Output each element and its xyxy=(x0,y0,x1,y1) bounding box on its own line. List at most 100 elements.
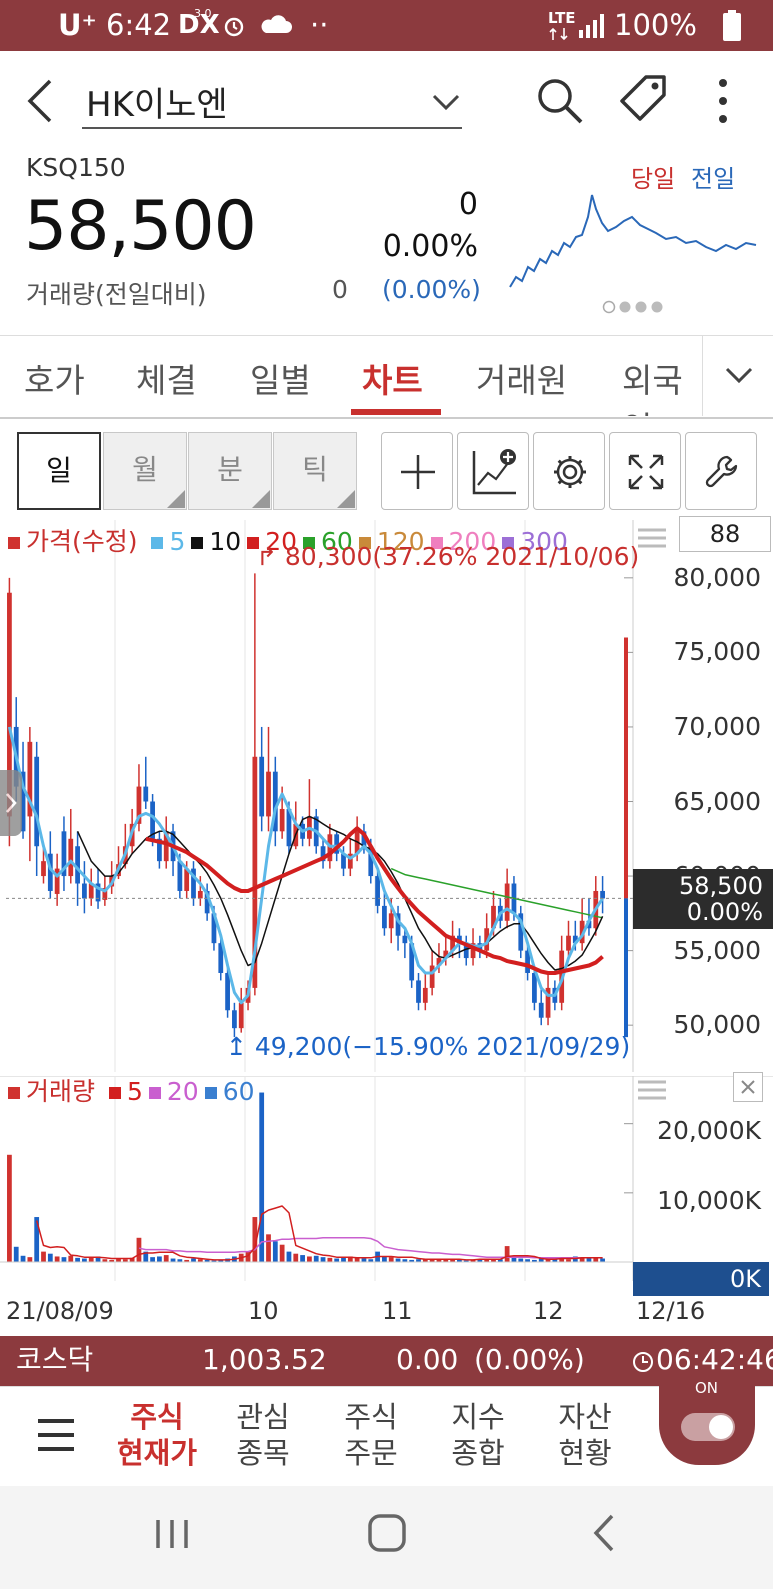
current-price-tag: 58,500 0.00% xyxy=(633,869,773,929)
volume-value: 0 xyxy=(332,275,348,304)
tabs-expand-button[interactable] xyxy=(702,336,773,416)
ma-legend-item: 5 xyxy=(126,1077,143,1106)
nav-order[interactable]: 주식 주문 xyxy=(326,1399,416,1471)
recent-apps-icon[interactable] xyxy=(152,1514,192,1554)
volume-bar xyxy=(307,1256,312,1262)
volume-bar xyxy=(136,1237,142,1262)
candle-body xyxy=(197,890,203,899)
volume-bar xyxy=(518,1258,524,1262)
index-rate: (0.00%) xyxy=(474,1343,585,1376)
price-chart[interactable] xyxy=(0,520,773,1072)
gear-icon xyxy=(554,456,586,488)
x-axis-label: 11 xyxy=(382,1297,413,1325)
current-price-tag-rate: 0.00% xyxy=(686,898,763,926)
add-indicator-icon xyxy=(472,449,516,495)
chart-toolbar: 일 월 분 틱 xyxy=(0,420,773,518)
candle-body xyxy=(600,890,605,899)
visible-count-box[interactable]: 88 xyxy=(679,516,771,552)
price-y-label: 75,000 xyxy=(673,637,761,667)
chart-settings-button[interactable] xyxy=(533,432,605,510)
volume-bar xyxy=(27,1257,33,1262)
add-indicator-button[interactable] xyxy=(457,432,529,510)
volume-bar xyxy=(388,1257,394,1262)
nav-index[interactable]: 지수 종합 xyxy=(433,1399,523,1471)
crosshair-button[interactable] xyxy=(381,432,453,510)
search-icon[interactable] xyxy=(536,77,584,125)
volume-bar xyxy=(279,1244,285,1262)
price-y-label: 55,000 xyxy=(673,935,761,965)
fullscreen-button[interactable] xyxy=(609,432,681,510)
tools-button[interactable] xyxy=(685,432,757,510)
tab-chart[interactable]: 차트 xyxy=(362,354,423,402)
candle-body xyxy=(504,883,510,921)
volume-bar xyxy=(286,1251,292,1262)
market-index-bar[interactable]: 코스닥 1,003.52 0.00 (0.00%) 06:42:46 xyxy=(0,1336,773,1386)
panel-menu-icon[interactable] xyxy=(638,1078,666,1102)
menu-icon[interactable] xyxy=(36,1417,76,1453)
period-day-button[interactable]: 일 xyxy=(17,432,101,510)
candle-body xyxy=(375,876,380,906)
change-rate: 0.00% xyxy=(382,229,478,264)
on-toggle[interactable] xyxy=(681,1413,735,1441)
volume-bar xyxy=(320,1257,326,1262)
ma-legend-item: 60 xyxy=(222,1077,255,1106)
home-icon[interactable] xyxy=(366,1512,408,1554)
candle-body xyxy=(279,808,285,832)
corner-triangle-icon xyxy=(252,490,270,508)
candle-body xyxy=(68,838,74,877)
index-time: 06:42:46 xyxy=(656,1343,773,1376)
period-month-button[interactable]: 월 xyxy=(103,432,187,510)
candle-body xyxy=(388,913,394,929)
system-back-icon[interactable] xyxy=(590,1512,618,1554)
volume-bar xyxy=(163,1255,169,1262)
price-y-label: 50,000 xyxy=(673,1010,761,1040)
stock-name: HK이노엔 xyxy=(86,85,228,125)
index-value: 1,003.52 xyxy=(202,1343,327,1376)
volume-bar xyxy=(272,1241,278,1262)
tab-daily[interactable]: 일별 xyxy=(250,354,311,402)
price-change: 0 xyxy=(458,187,478,222)
market-code: KSQ150 xyxy=(26,153,126,182)
intraday-sparkline[interactable] xyxy=(506,187,760,297)
low-annotation: ↥ 49,200(−15.90% 2021/09/29) xyxy=(226,1032,631,1061)
volume-bar xyxy=(47,1253,53,1262)
status-dots: ·· xyxy=(310,8,329,42)
page-indicator xyxy=(602,300,663,314)
volume-bar xyxy=(395,1258,401,1262)
status-bar: U⁺ 6:42 DX 3.0 ·· LTE 100% xyxy=(0,0,773,51)
volume-rate: (0.00%) xyxy=(382,275,481,304)
side-drawer-handle[interactable] xyxy=(0,770,22,836)
candle-body xyxy=(41,861,46,877)
panel-menu-icon[interactable] xyxy=(638,526,666,550)
candle-body xyxy=(382,905,387,929)
candle-body xyxy=(402,935,408,944)
volume-bar xyxy=(313,1255,319,1262)
x-axis-label: 21/08/09 xyxy=(6,1297,114,1325)
crosshair-icon xyxy=(401,455,435,489)
network-type: LTE xyxy=(548,9,576,27)
period-minute-button[interactable]: 분 xyxy=(188,432,272,510)
x-axis-right-label: 12/16 xyxy=(636,1297,706,1325)
price-legend-label: 가격(수정) xyxy=(26,527,138,556)
volume-bar xyxy=(75,1257,80,1262)
more-options-icon[interactable] xyxy=(716,77,730,125)
corner-triangle-icon xyxy=(337,490,355,508)
tab-hoga[interactable]: 호가 xyxy=(24,354,85,402)
back-icon[interactable] xyxy=(24,79,54,123)
expand-icon xyxy=(628,454,664,490)
tab-trades[interactable]: 체결 xyxy=(136,354,197,402)
period-tick-button[interactable]: 틱 xyxy=(273,432,357,510)
close-panel-button[interactable] xyxy=(733,1072,763,1102)
nav-stock-price[interactable]: 주식 현재가 xyxy=(112,1399,202,1471)
nav-watchlist[interactable]: 관심 종목 xyxy=(218,1399,308,1471)
tab-brokers[interactable]: 거래원 xyxy=(476,354,567,402)
candle-body xyxy=(422,987,428,1003)
index-change: 0.00 xyxy=(396,1343,459,1376)
detail-tabs: 호가 체결 일별 차트 거래원 외국인 xyxy=(0,335,773,419)
tab-foreign[interactable]: 외국인 xyxy=(622,354,702,416)
nav-assets[interactable]: 자산 현황 xyxy=(540,1399,630,1471)
stock-selector[interactable]: HK이노엔 xyxy=(82,73,462,129)
tag-icon[interactable] xyxy=(618,73,670,125)
toggle-label: ON xyxy=(695,1379,719,1397)
ma-legend-item: 10 xyxy=(209,527,242,556)
